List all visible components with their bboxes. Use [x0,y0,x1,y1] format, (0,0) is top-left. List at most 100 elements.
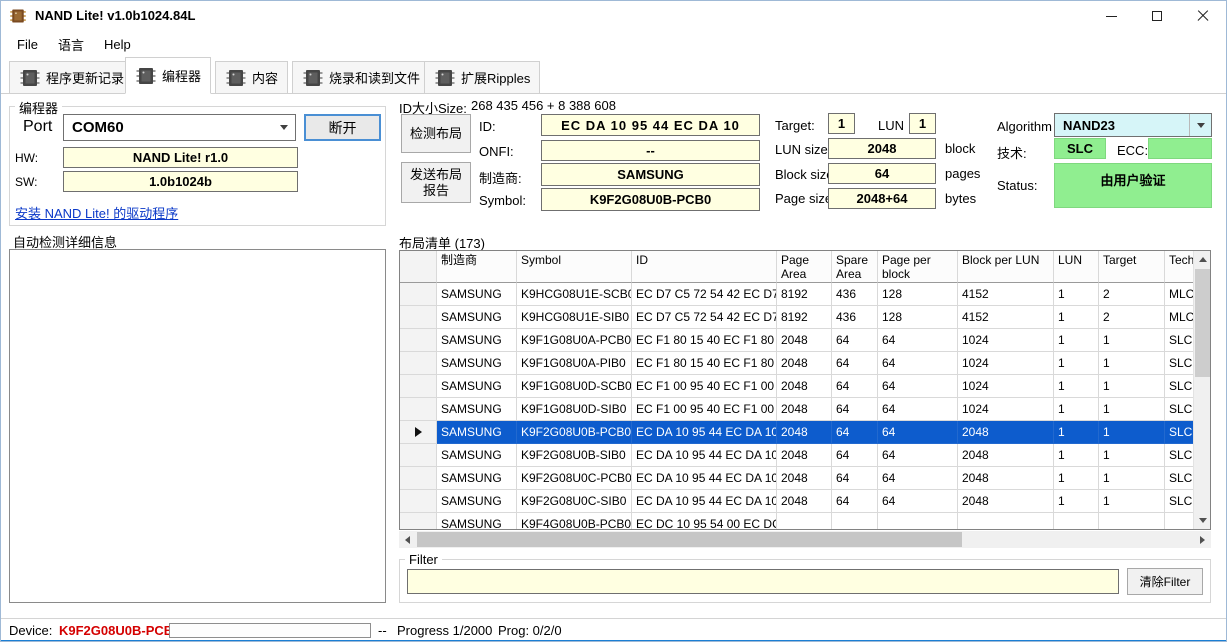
table-cell[interactable]: K9F2G08U0B-SIB0 [517,444,632,467]
table-cell[interactable]: 1024 [958,329,1054,352]
lun-size-value-field[interactable]: 2048 [828,138,936,159]
table-cell[interactable]: 64 [832,490,878,513]
table-cell[interactable]: 1 [1099,421,1165,444]
table-cell[interactable]: 1 [1099,490,1165,513]
sw-value-field[interactable]: 1.0b1024b [63,171,298,192]
table-cell[interactable]: 1 [1054,329,1099,352]
table-cell[interactable]: 64 [878,467,958,490]
table-cell[interactable]: 2048 [777,398,832,421]
clear-filter-button[interactable]: 清除Filter [1127,568,1203,595]
disconnect-button[interactable]: 断开 [304,114,381,141]
table-cell[interactable]: 64 [832,375,878,398]
table-cell[interactable]: SAMSUNG [437,467,517,490]
row-marker-cell[interactable] [400,444,437,467]
table-column-header[interactable]: Spare Area [832,251,878,283]
table-cell[interactable]: 64 [832,444,878,467]
row-marker-cell[interactable] [400,490,437,513]
table-cell[interactable]: 64 [878,329,958,352]
block-size-value-field[interactable]: 64 [828,163,936,184]
table-cell[interactable] [1054,513,1099,529]
auto-detect-log-box[interactable] [9,249,386,603]
table-row[interactable]: SAMSUNG K9HCG08U1E-SIB0 EC D7 C5 72 54 42 … [400,306,1205,329]
table-row[interactable]: SAMSUNG K9F1G08U0D-SIB0 EC F1 00 95 40 EC … [400,398,1205,421]
table-column-header[interactable]: Symbol [517,251,632,283]
symbol-value-field[interactable]: K9F2G08U0B-PCB0 [541,188,760,211]
menu-file[interactable]: File [7,33,48,56]
row-marker-cell[interactable] [400,375,437,398]
scroll-left-button[interactable] [399,531,416,548]
table-corner-cell[interactable] [400,251,437,283]
table-column-header[interactable]: Page Area [777,251,832,283]
tab-extend-ripples[interactable]: 扩展Ripples [424,61,541,94]
table-cell[interactable]: 64 [878,490,958,513]
table-cell[interactable]: 1024 [958,352,1054,375]
row-marker-cell[interactable] [400,513,437,529]
detect-layout-button[interactable]: 检测布局 [401,114,471,153]
tab-burn-read-file[interactable]: 烧录和读到文件 [292,61,431,94]
table-cell[interactable]: K9F2G08U0C-SIB0 [517,490,632,513]
table-cell[interactable]: K9HCG08U1E-SIB0 [517,306,632,329]
table-cell[interactable]: 1 [1099,444,1165,467]
scroll-right-button[interactable] [1194,531,1211,548]
table-cell[interactable]: 1 [1054,444,1099,467]
table-cell[interactable]: 4152 [958,283,1054,306]
table-cell[interactable]: 2048 [777,444,832,467]
table-cell[interactable]: 1 [1054,467,1099,490]
horizontal-scroll-thumb[interactable] [417,532,962,547]
table-cell[interactable]: SAMSUNG [437,421,517,444]
vertical-scrollbar[interactable] [1193,251,1210,529]
table-cell[interactable] [832,513,878,529]
table-cell[interactable]: 128 [878,283,958,306]
tab-content[interactable]: 内容 [215,61,289,94]
row-marker-cell[interactable] [400,283,437,306]
table-row[interactable]: SAMSUNG K9HCG08U1E-SCB0 EC D7 C5 72 54 42 … [400,283,1205,306]
table-cell[interactable]: 1 [1099,329,1165,352]
table-cell[interactable]: K9HCG08U1E-SCB0 [517,283,632,306]
table-column-header[interactable]: Target [1099,251,1165,283]
table-cell[interactable]: EC DC 10 95 54 00 EC DC [632,513,777,529]
table-cell[interactable]: EC F1 00 95 40 EC F1 00 [632,375,777,398]
table-cell[interactable]: 2048 [958,490,1054,513]
target-value-field[interactable]: 1 [828,113,855,134]
table-cell[interactable]: 2048 [777,421,832,444]
table-cell[interactable]: 2 [1099,283,1165,306]
table-cell[interactable]: 8192 [777,306,832,329]
table-cell[interactable]: 1 [1054,283,1099,306]
table-cell[interactable]: EC D7 C5 72 54 42 EC D7 [632,306,777,329]
table-cell[interactable]: EC F1 80 15 40 EC F1 80 [632,352,777,375]
table-cell[interactable]: K9F2G08U0B-PCB0 [517,421,632,444]
scroll-up-button[interactable] [1194,251,1210,268]
maximize-button[interactable] [1134,1,1180,31]
table-row[interactable]: SAMSUNG K9F1G08U0A-PIB0 EC F1 80 15 40 EC … [400,352,1205,375]
table-cell[interactable]: K9F2G08U0C-PCB0 [517,467,632,490]
table-cell[interactable]: SAMSUNG [437,352,517,375]
row-marker-cell[interactable] [400,421,437,444]
table-column-header[interactable]: Page per block [878,251,958,283]
tab-update-log[interactable]: 程序更新记录 [9,61,135,94]
table-cell[interactable]: 2048 [958,421,1054,444]
table-column-header[interactable]: ID [632,251,777,283]
table-row[interactable]: SAMSUNG K9F4G08U0B-PCB0 EC DC 10 95 54 00 … [400,513,1205,529]
table-column-header[interactable]: LUN [1054,251,1099,283]
driver-install-link[interactable]: 安装 NAND Lite! 的驱动程序 [15,203,178,222]
vertical-scroll-thumb[interactable] [1195,269,1210,377]
table-cell[interactable]: 8192 [777,283,832,306]
table-row[interactable]: SAMSUNG K9F1G08U0A-PCB0 EC F1 80 15 40 EC … [400,329,1205,352]
table-cell[interactable]: 1024 [958,375,1054,398]
table-cell[interactable]: 2048 [958,444,1054,467]
table-cell[interactable]: 2048 [958,467,1054,490]
scroll-down-button[interactable] [1194,512,1210,529]
row-marker-cell[interactable] [400,329,437,352]
close-button[interactable] [1180,1,1226,31]
table-cell[interactable]: 128 [878,306,958,329]
table-cell[interactable]: EC F1 00 95 40 EC F1 00 [632,398,777,421]
table-row[interactable]: SAMSUNG K9F2G08U0C-PCB0 EC DA 10 95 44 EC … [400,467,1205,490]
table-cell[interactable]: EC DA 10 95 44 EC DA 10 [632,421,777,444]
table-cell[interactable]: 4152 [958,306,1054,329]
table-cell[interactable]: 64 [878,398,958,421]
table-cell[interactable]: 2048 [777,467,832,490]
table-cell[interactable]: 1 [1054,375,1099,398]
table-cell[interactable]: 64 [878,421,958,444]
table-cell[interactable]: K9F4G08U0B-PCB0 [517,513,632,529]
table-cell[interactable]: K9F1G08U0D-SIB0 [517,398,632,421]
